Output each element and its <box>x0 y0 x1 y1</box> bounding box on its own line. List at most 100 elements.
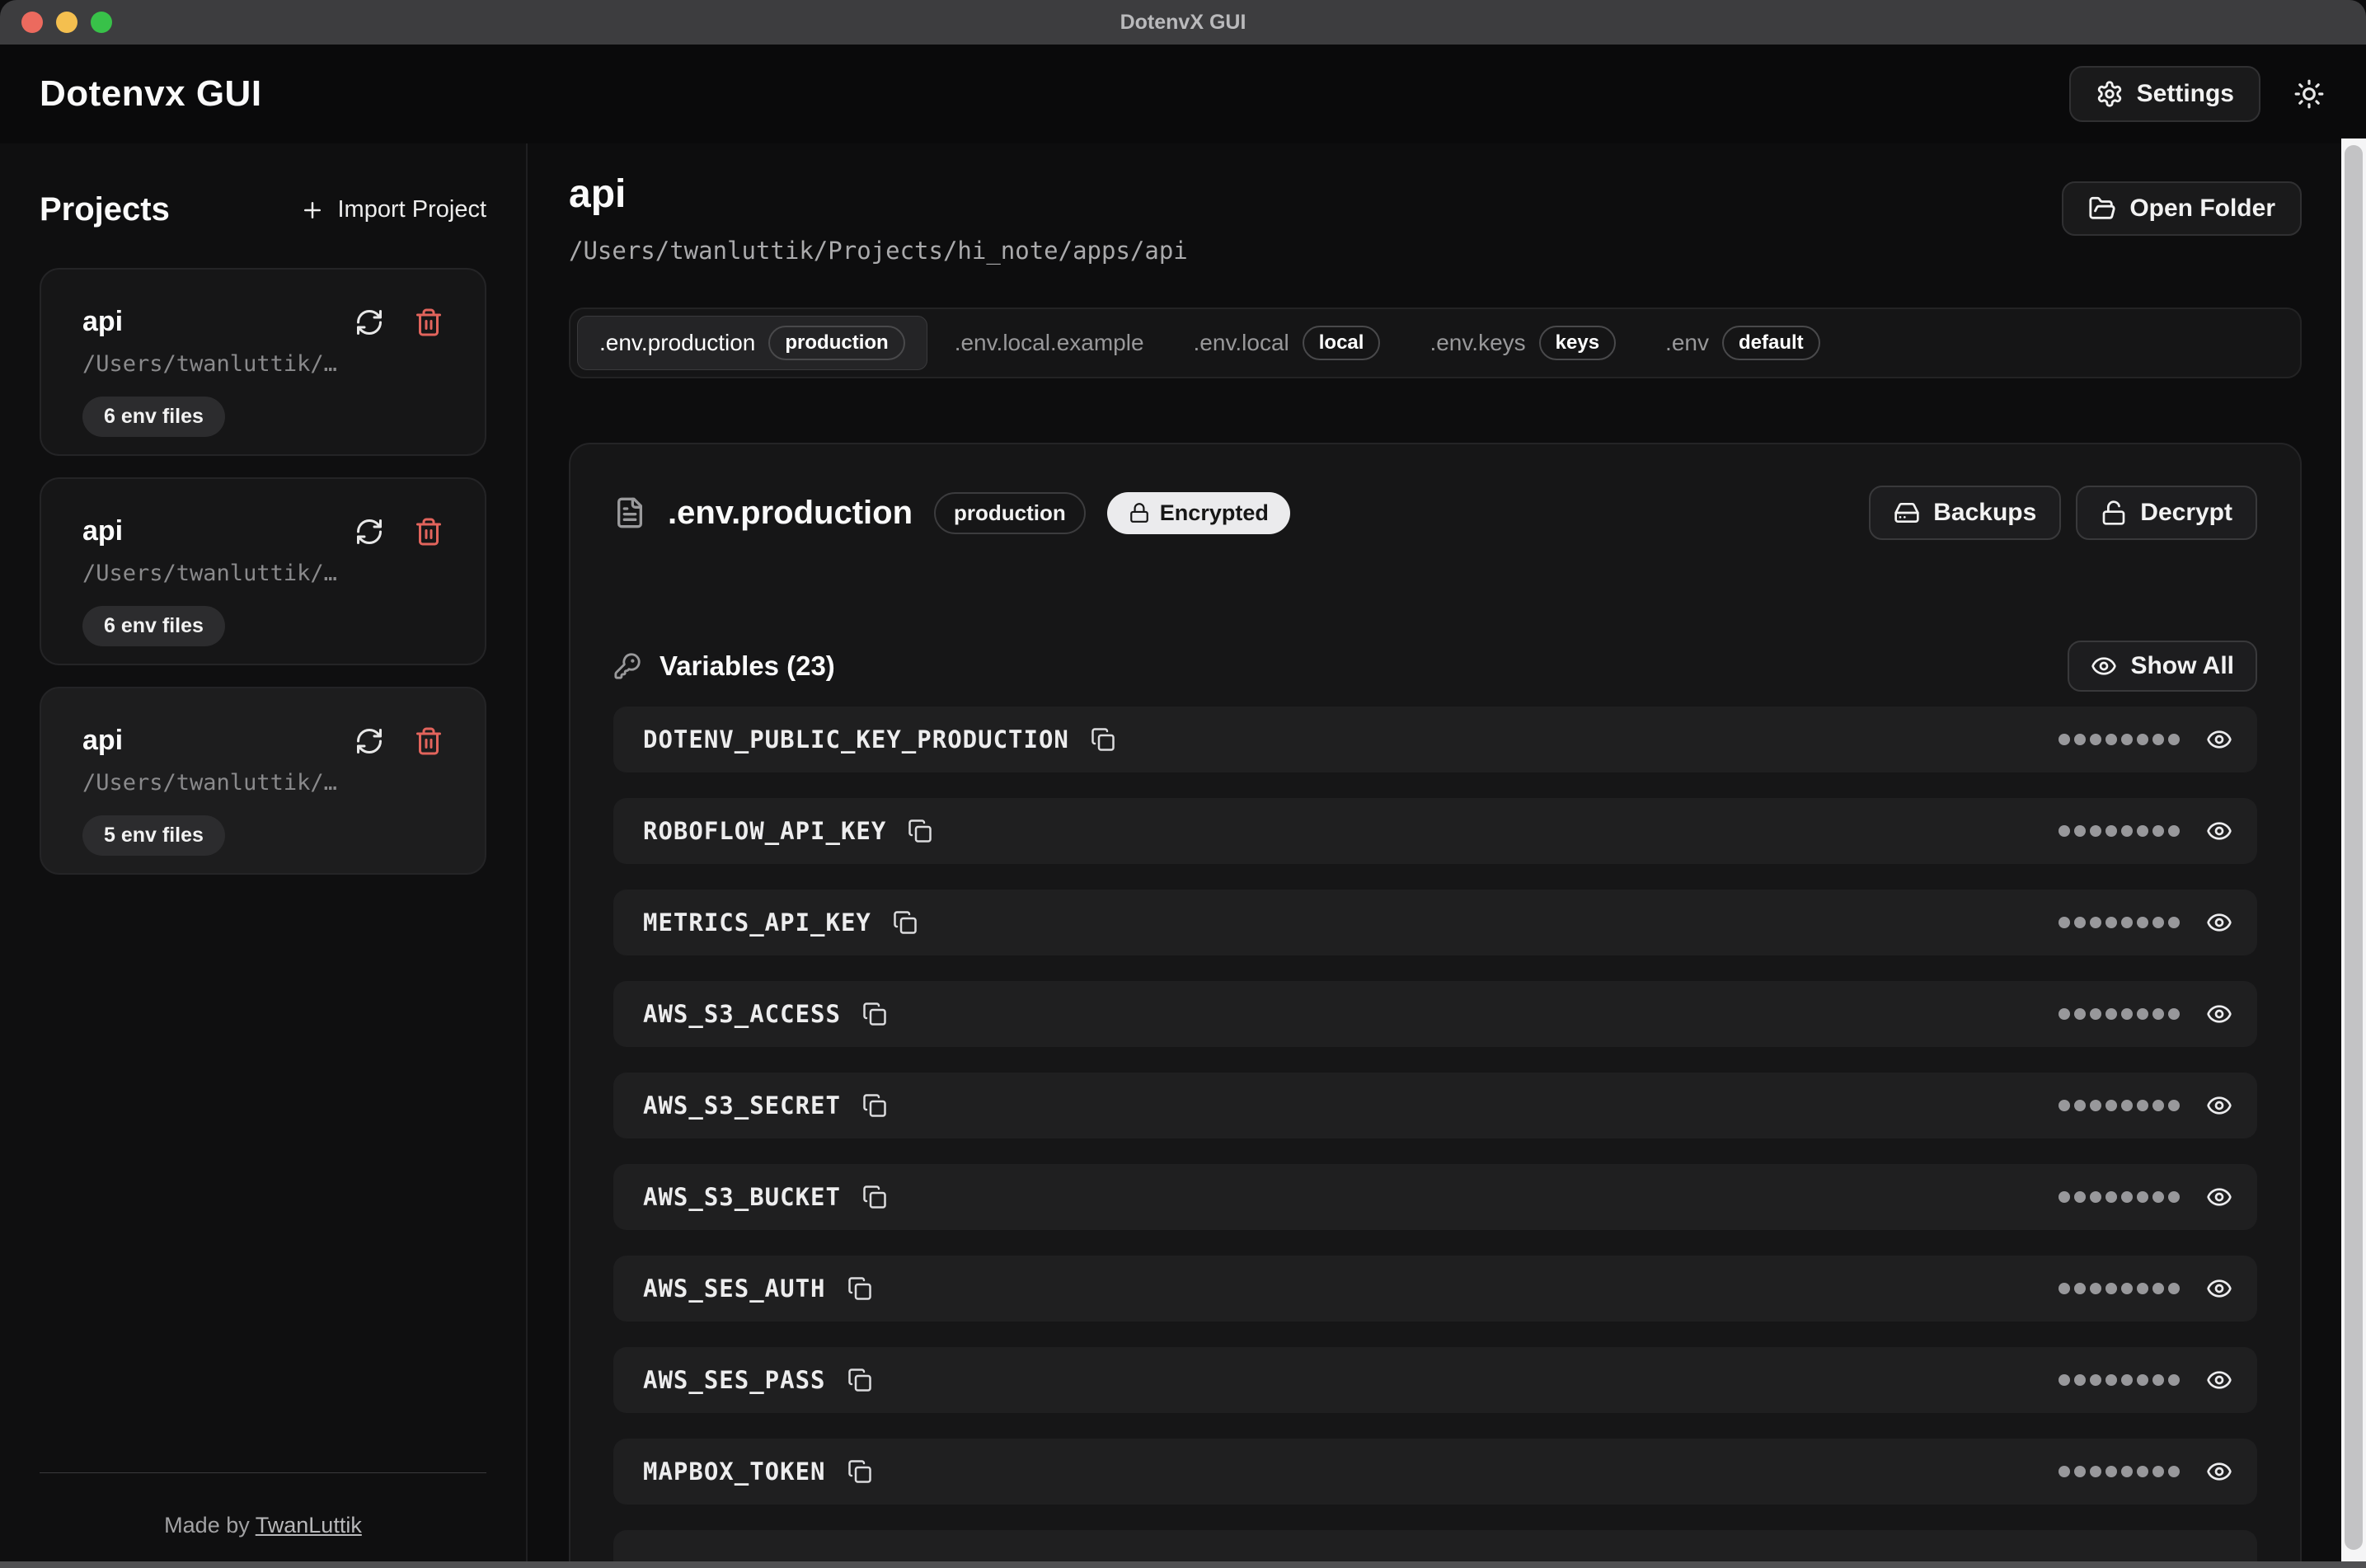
reveal-value-button[interactable] <box>2206 1092 2232 1119</box>
masked-dot <box>2152 917 2164 928</box>
project-card[interactable]: api /Users/twanluttik/… 5 env files <box>40 687 486 875</box>
copy-button[interactable] <box>1091 727 1115 752</box>
masked-dot <box>2059 1466 2070 1477</box>
trash-icon <box>414 726 444 756</box>
reveal-value-button[interactable] <box>2206 726 2232 753</box>
variable-row: AWS_SES_AUTH <box>613 1256 2257 1322</box>
project-card-top: api <box>82 725 444 757</box>
masked-dot <box>2168 1100 2180 1111</box>
masked-dot <box>2074 1100 2086 1111</box>
trash-icon <box>414 307 444 337</box>
delete-project-button[interactable] <box>414 726 444 756</box>
reveal-value-button[interactable] <box>2206 818 2232 844</box>
content-area: Projects Import Project api <box>0 143 2366 1568</box>
project-card-top: api <box>82 306 444 338</box>
show-all-button[interactable]: Show All <box>2068 641 2257 692</box>
hard-drive-icon <box>1894 500 1920 526</box>
masked-dot <box>2152 1283 2164 1294</box>
refresh-button[interactable] <box>354 307 384 337</box>
variables-list: DOTENV_PUBLIC_KEY_PRODUCTION ROBOFLOW_AP… <box>613 707 2257 1568</box>
copy-icon <box>847 1368 872 1392</box>
project-card-path: /Users/twanluttik/… <box>82 770 444 796</box>
projects-heading: Projects <box>40 191 170 228</box>
copy-icon <box>847 1276 872 1301</box>
traffic-lights <box>21 0 112 45</box>
delete-project-button[interactable] <box>414 517 444 547</box>
copy-button[interactable] <box>908 819 932 843</box>
made-by-text: Made by TwanLuttik <box>40 1513 486 1538</box>
project-name: api <box>82 725 123 757</box>
reveal-value-button[interactable] <box>2206 1458 2232 1485</box>
reveal-value-button[interactable] <box>2206 1367 2232 1393</box>
import-project-button[interactable]: Import Project <box>300 196 487 223</box>
copy-button[interactable] <box>862 1002 887 1026</box>
masked-dot <box>2090 1283 2101 1294</box>
masked-dot <box>2074 825 2086 837</box>
masked-value-dots <box>2059 1100 2180 1111</box>
project-path: /Users/twanluttik/Projects/hi_note/apps/… <box>569 237 1188 265</box>
variable-row: AWS_S3_ACCESS <box>613 981 2257 1047</box>
masked-dot <box>2074 917 2086 928</box>
env-file-tab[interactable]: .env.local.example <box>932 316 1167 370</box>
project-card[interactable]: api /Users/twanluttik/… 6 env files <box>40 268 486 456</box>
copy-button[interactable] <box>862 1185 887 1209</box>
settings-button[interactable]: Settings <box>2069 66 2260 122</box>
file-text-icon <box>613 496 646 529</box>
variable-row: DOTENV_PUBLIC_KEY_PRODUCTION <box>613 707 2257 772</box>
delete-project-button[interactable] <box>414 307 444 337</box>
tab-badge: default <box>1722 326 1820 360</box>
copy-button[interactable] <box>862 1093 887 1118</box>
variable-row: AWS_S3_SECRET <box>613 1073 2257 1138</box>
open-folder-button[interactable]: Open Folder <box>2062 181 2302 236</box>
variables-title: Variables (23) <box>660 650 835 682</box>
env-file-tab[interactable]: .env.local local <box>1171 316 1403 370</box>
masked-dot <box>2090 1374 2101 1386</box>
eye-icon <box>2206 909 2232 936</box>
masked-dot <box>2090 917 2101 928</box>
copy-button[interactable] <box>847 1276 872 1301</box>
reveal-value-button[interactable] <box>2206 1184 2232 1210</box>
copy-button[interactable] <box>847 1368 872 1392</box>
close-button[interactable] <box>21 12 43 33</box>
masked-dot <box>2105 1008 2117 1020</box>
masked-dot <box>2090 1008 2101 1020</box>
variable-name: AWS_S3_ACCESS <box>643 1000 841 1028</box>
scrollbar-thumb[interactable] <box>2345 145 2363 1550</box>
refresh-button[interactable] <box>354 726 384 756</box>
env-file-tab[interactable]: .env default <box>1643 316 1843 370</box>
tab-label: .env <box>1665 330 1709 356</box>
author-link[interactable]: TwanLuttik <box>256 1513 362 1537</box>
tab-label: .env.production <box>599 330 755 356</box>
env-file-tab[interactable]: .env.keys keys <box>1407 316 1638 370</box>
theme-toggle-button[interactable] <box>2293 78 2325 110</box>
masked-dot <box>2152 1100 2164 1111</box>
masked-dot <box>2168 1466 2180 1477</box>
masked-value-dots <box>2059 917 2180 928</box>
page-title: api <box>569 171 1188 217</box>
masked-dot <box>2105 1374 2117 1386</box>
minimize-button[interactable] <box>56 12 77 33</box>
window-titlebar: DotenvX GUI <box>0 0 2366 45</box>
tab-badge: production <box>768 326 904 360</box>
masked-dot <box>2121 917 2133 928</box>
env-file-tab[interactable]: .env.production production <box>577 316 927 370</box>
backups-button[interactable]: Backups <box>1869 486 2061 540</box>
project-card[interactable]: api /Users/twanluttik/… 6 env files <box>40 477 486 665</box>
reveal-value-button[interactable] <box>2206 1001 2232 1027</box>
refresh-button[interactable] <box>354 517 384 547</box>
tab-badge: keys <box>1539 326 1616 360</box>
decrypt-button[interactable]: Decrypt <box>2076 486 2257 540</box>
masked-dot <box>2137 825 2148 837</box>
masked-dot <box>2137 1283 2148 1294</box>
copy-button[interactable] <box>847 1459 872 1484</box>
reveal-value-button[interactable] <box>2206 909 2232 936</box>
variable-name: AWS_S3_BUCKET <box>643 1183 841 1211</box>
copy-icon <box>908 819 932 843</box>
scrollbar-track[interactable] <box>2341 138 2366 1563</box>
eye-icon <box>2206 1001 2232 1027</box>
reveal-value-button[interactable] <box>2206 1275 2232 1302</box>
masked-dot <box>2137 1191 2148 1203</box>
copy-icon <box>893 910 918 935</box>
copy-button[interactable] <box>893 910 918 935</box>
zoom-button[interactable] <box>91 12 112 33</box>
